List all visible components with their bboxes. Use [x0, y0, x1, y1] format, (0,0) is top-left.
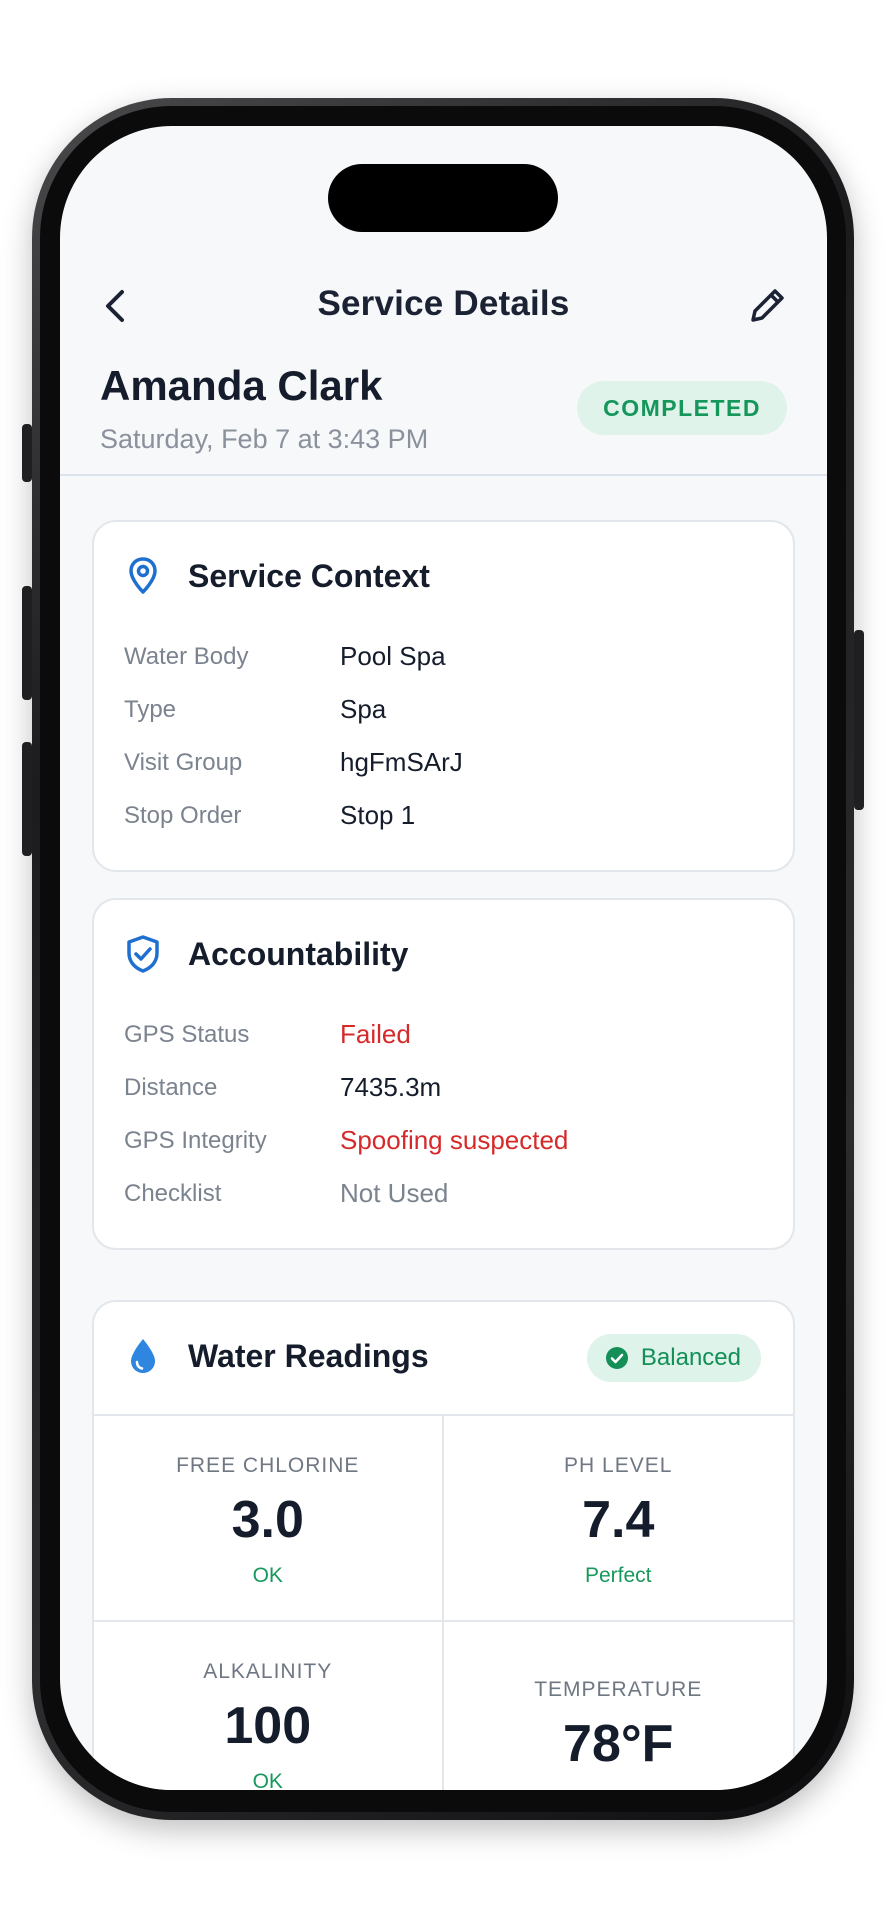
volume-up-button — [22, 586, 32, 700]
service-context-card: Service Context Water Body Pool Spa Type… — [92, 520, 795, 872]
dynamic-island — [328, 164, 558, 232]
detail-row: GPS Status Failed — [124, 1008, 763, 1061]
row-label: Stop Order — [124, 801, 242, 829]
gps-status-value: Failed — [340, 1019, 411, 1049]
action-button — [22, 424, 32, 482]
reading-value: 78°F — [563, 1715, 674, 1773]
reading-temperature: TEMPERATURE 78°F — [444, 1622, 794, 1790]
customer-name: Amanda Clark — [100, 362, 383, 409]
card-title: Accountability — [188, 935, 409, 972]
row-label: GPS Status — [124, 1020, 250, 1048]
reading-free-chlorine: FREE CHLORINE 3.0 OK — [94, 1416, 444, 1622]
distance-value: 7435.3m — [340, 1072, 442, 1102]
service-header: Amanda Clark Saturday, Feb 7 at 3:43 PM … — [60, 346, 827, 476]
map-pin-icon — [124, 555, 162, 597]
reading-label: ALKALINITY — [203, 1660, 333, 1683]
row-label: Water Body — [124, 642, 249, 670]
row-value: hgFmSArJ — [340, 747, 463, 777]
shield-check-icon — [124, 933, 162, 975]
card-header: Accountability — [124, 930, 408, 978]
reading-status: Perfect — [584, 1564, 652, 1587]
checklist-value: Not Used — [340, 1178, 449, 1208]
reading-label: TEMPERATURE — [534, 1678, 703, 1701]
detail-row: Water Body Pool Spa — [124, 630, 763, 683]
app-screen: Service Details Amanda Clark Saturday, F… — [60, 126, 827, 1790]
detail-row: Type Spa — [124, 683, 763, 736]
card-header: Service Context — [124, 552, 430, 600]
status-badge: COMPLETED — [577, 381, 787, 435]
detail-rows: Water Body Pool Spa Type Spa Visit Group… — [124, 630, 763, 842]
row-value: Spa — [340, 694, 387, 724]
volume-down-button — [22, 742, 32, 856]
reading-status: OK — [252, 1770, 283, 1790]
gps-integrity-value: Spoofing suspected — [340, 1125, 569, 1155]
row-label: Visit Group — [124, 748, 243, 776]
detail-row: Stop Order Stop 1 — [124, 789, 763, 842]
card-title: Water Readings — [188, 1337, 429, 1374]
row-label: Checklist — [124, 1179, 222, 1207]
reading-label: PH LEVEL — [564, 1454, 673, 1477]
balanced-badge: Balanced — [586, 1334, 761, 1382]
check-circle-icon — [605, 1347, 628, 1369]
power-button — [854, 630, 864, 810]
card-header: Water Readings — [124, 1332, 429, 1380]
accountability-card: Accountability GPS Status Failed Distanc… — [92, 898, 795, 1250]
row-label: Distance — [124, 1073, 218, 1101]
row-label: GPS Integrity — [124, 1126, 267, 1154]
row-label: Type — [124, 695, 177, 723]
row-value: Pool Spa — [340, 641, 446, 671]
service-date: Saturday, Feb 7 at 3:43 PM — [100, 424, 429, 454]
reading-status: OK — [252, 1564, 283, 1587]
row-value: Stop 1 — [340, 800, 416, 830]
page-title: Service Details — [317, 284, 570, 323]
pencil-icon[interactable] — [747, 284, 789, 326]
detail-row: Distance 7435.3m — [124, 1061, 763, 1114]
reading-ph-level: PH LEVEL 7.4 Perfect — [443, 1416, 793, 1622]
reading-alkalinity: ALKALINITY 100 OK — [94, 1622, 444, 1790]
water-drop-icon — [124, 1335, 162, 1377]
readings-grid: FREE CHLORINE 3.0 OK PH LEVEL 7.4 Perfec… — [94, 1414, 793, 1790]
chevron-left-icon[interactable] — [96, 286, 136, 326]
water-readings-card: Water Readings Balanced FREE CHLORINE 3.… — [92, 1300, 795, 1790]
detail-rows: GPS Status Failed Distance 7435.3m GPS I… — [124, 1008, 763, 1220]
reading-value: 3.0 — [231, 1491, 304, 1549]
navigation-bar: Service Details — [60, 274, 827, 334]
detail-row: Checklist Not Used — [124, 1167, 763, 1220]
reading-label: FREE CHLORINE — [176, 1454, 360, 1477]
reading-value: 7.4 — [582, 1491, 655, 1549]
detail-row: GPS Integrity Spoofing suspected — [124, 1114, 763, 1167]
detail-row: Visit Group hgFmSArJ — [124, 736, 763, 789]
reading-value: 100 — [224, 1697, 312, 1755]
card-title: Service Context — [188, 557, 430, 594]
badge-label: Balanced — [640, 1344, 741, 1371]
